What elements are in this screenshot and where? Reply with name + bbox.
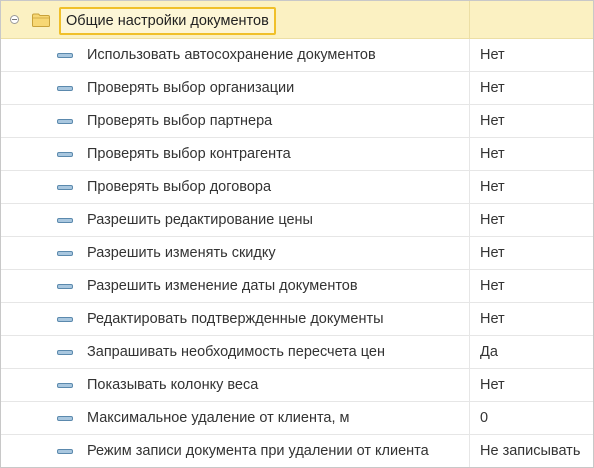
settings-list: Использовать автосохранение документов Не…	[1, 39, 593, 467]
setting-value[interactable]: Нет	[480, 39, 592, 71]
setting-row[interactable]: Проверять выбор контрагента Нет	[1, 138, 593, 171]
setting-label: Максимальное удаление от клиента, м	[87, 410, 350, 426]
setting-label: Разрешить изменять скидку	[87, 245, 276, 261]
setting-item-icon	[57, 416, 73, 421]
group-row-general-document-settings[interactable]: Общие настройки документов	[1, 1, 593, 39]
group-label[interactable]: Общие настройки документов	[59, 7, 276, 35]
setting-label: Проверять выбор контрагента	[87, 146, 291, 162]
setting-label: Показывать колонку веса	[87, 377, 259, 393]
setting-value[interactable]: Нет	[480, 237, 592, 269]
setting-row[interactable]: Режим записи документа при удалении от к…	[1, 435, 593, 467]
column-divider	[469, 435, 470, 467]
column-divider	[469, 336, 470, 368]
column-divider	[469, 204, 470, 236]
setting-value[interactable]: Не записывать	[480, 435, 592, 467]
setting-row[interactable]: Использовать автосохранение документов Не…	[1, 39, 593, 72]
setting-item-icon	[57, 152, 73, 157]
column-divider	[469, 1, 470, 38]
setting-value[interactable]: Нет	[480, 105, 592, 137]
settings-tree: Общие настройки документов Использовать …	[0, 0, 594, 468]
setting-value[interactable]: Нет	[480, 204, 592, 236]
setting-row[interactable]: Показывать колонку веса Нет	[1, 369, 593, 402]
setting-item-icon	[57, 350, 73, 355]
setting-label: Использовать автосохранение документов	[87, 47, 376, 63]
setting-label: Редактировать подтвержденные документы	[87, 311, 384, 327]
setting-row[interactable]: Проверять выбор организации Нет	[1, 72, 593, 105]
setting-item-icon	[57, 251, 73, 256]
setting-value[interactable]: 0	[480, 402, 592, 434]
setting-item-icon	[57, 383, 73, 388]
setting-value[interactable]: Нет	[480, 138, 592, 170]
setting-value[interactable]: Да	[480, 336, 592, 368]
setting-item-icon	[57, 119, 73, 124]
column-divider	[469, 171, 470, 203]
folder-icon	[32, 13, 50, 27]
setting-row[interactable]: Запрашивать необходимость пересчета цен Д…	[1, 336, 593, 369]
setting-label: Проверять выбор партнера	[87, 113, 273, 129]
setting-item-icon	[57, 185, 73, 190]
setting-item-icon	[57, 317, 73, 322]
setting-label: Режим записи документа при удалении от к…	[87, 443, 429, 459]
column-divider	[469, 237, 470, 269]
setting-label: Проверять выбор организации	[87, 80, 295, 96]
column-divider	[469, 72, 470, 104]
setting-label: Разрешить изменение даты документов	[87, 278, 358, 294]
column-divider	[469, 369, 470, 401]
setting-item-icon	[57, 53, 73, 58]
setting-row[interactable]: Редактировать подтвержденные документы Не…	[1, 303, 593, 336]
setting-row[interactable]: Проверять выбор партнера Нет	[1, 105, 593, 138]
setting-row[interactable]: Разрешить редактирование цены Нет	[1, 204, 593, 237]
setting-item-icon	[57, 86, 73, 91]
column-divider	[469, 270, 470, 302]
setting-value[interactable]: Нет	[480, 369, 592, 401]
column-divider	[469, 303, 470, 335]
setting-row[interactable]: Разрешить изменять скидку Нет	[1, 237, 593, 270]
setting-value[interactable]: Нет	[480, 303, 592, 335]
column-divider	[469, 138, 470, 170]
setting-value[interactable]: Нет	[480, 72, 592, 104]
setting-label: Разрешить редактирование цены	[87, 212, 313, 228]
column-divider	[469, 39, 470, 71]
setting-label: Запрашивать необходимость пересчета цен	[87, 344, 385, 360]
setting-row[interactable]: Проверять выбор договора Нет	[1, 171, 593, 204]
setting-item-icon	[57, 449, 73, 454]
column-divider	[469, 105, 470, 137]
setting-row[interactable]: Максимальное удаление от клиента, м 0	[1, 402, 593, 435]
setting-value[interactable]: Нет	[480, 270, 592, 302]
setting-item-icon	[57, 218, 73, 223]
setting-row[interactable]: Разрешить изменение даты документов Нет	[1, 270, 593, 303]
setting-item-icon	[57, 284, 73, 289]
collapse-icon[interactable]	[10, 15, 19, 24]
column-divider	[469, 402, 470, 434]
setting-label: Проверять выбор договора	[87, 179, 272, 195]
setting-value[interactable]: Нет	[480, 171, 592, 203]
